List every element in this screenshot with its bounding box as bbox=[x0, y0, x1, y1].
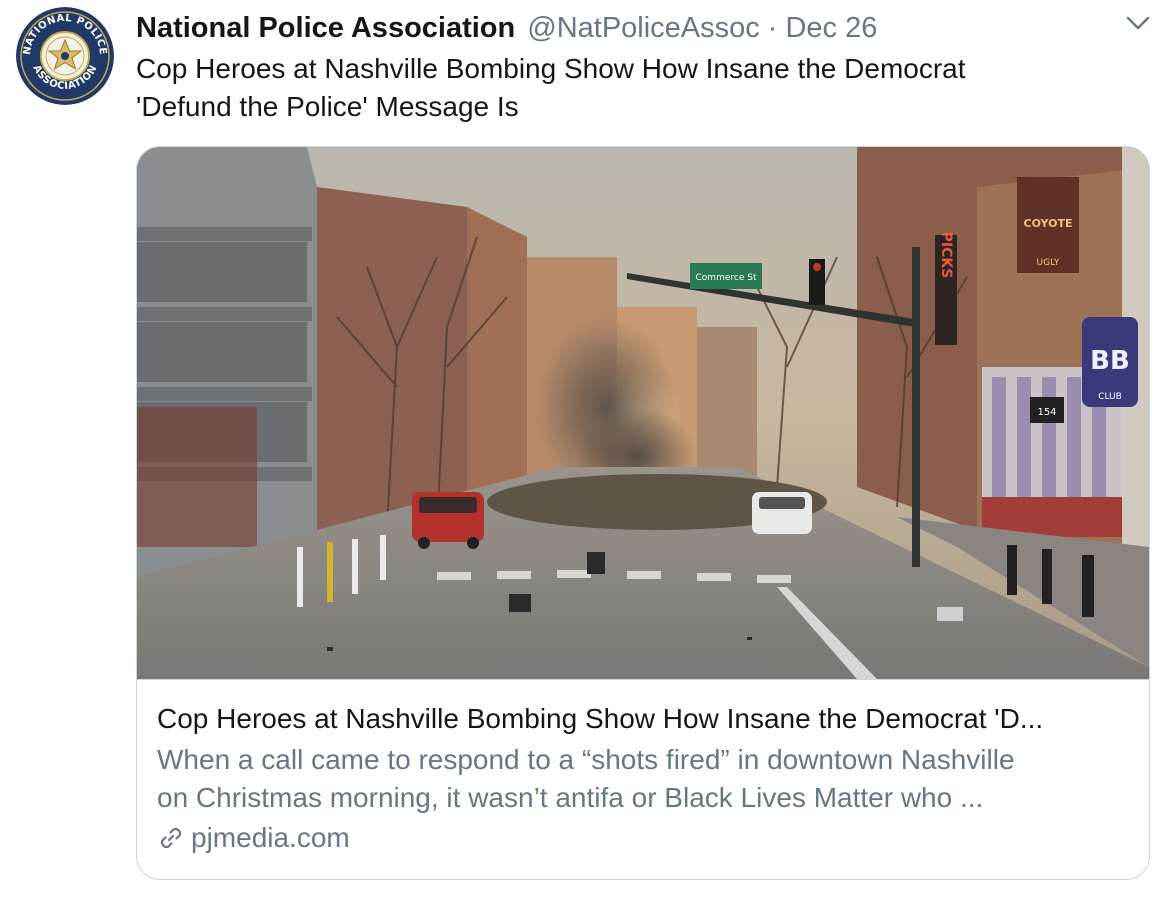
card-title[interactable]: Cop Heroes at Nashville Bombing Show How… bbox=[157, 701, 1132, 737]
store-sign-bb: BB bbox=[1090, 346, 1130, 376]
link-preview-card[interactable]: Commerce St PICKS COYOTE UGLY BB CLUB 15… bbox=[136, 146, 1150, 880]
card-domain[interactable]: pjmedia.com bbox=[157, 819, 1132, 857]
tweet-menu-button[interactable] bbox=[1124, 12, 1152, 34]
tweet-text-line: Cop Heroes at Nashville Bombing Show How… bbox=[136, 53, 966, 84]
street-scene-image: Commerce St PICKS COYOTE UGLY BB CLUB 15… bbox=[137, 147, 1149, 679]
author-avatar[interactable]: NATIONAL POLICE ASSOCIATION bbox=[16, 7, 114, 105]
tweet-text: Cop Heroes at Nashville Bombing Show How… bbox=[136, 50, 1126, 126]
store-sign-coyote: COYOTE bbox=[1024, 217, 1073, 230]
tweet-header: National Police Association @NatPoliceAs… bbox=[136, 8, 877, 48]
tweet-text-line: 'Defund the Police' Message Is bbox=[136, 91, 519, 122]
card-image[interactable]: Commerce St PICKS COYOTE UGLY BB CLUB 15… bbox=[137, 147, 1149, 680]
link-icon bbox=[160, 827, 182, 849]
author-handle[interactable]: @NatPoliceAssoc bbox=[527, 12, 760, 45]
street-sign-text: Commerce St bbox=[696, 273, 757, 283]
author-name[interactable]: National Police Association bbox=[136, 12, 515, 45]
card-description-line: on Christmas morning, it wasn’t antifa o… bbox=[157, 782, 984, 813]
tweet[interactable]: NATIONAL POLICE ASSOCIATION National Pol… bbox=[0, 0, 1168, 904]
card-body[interactable]: Cop Heroes at Nashville Bombing Show How… bbox=[157, 701, 1132, 857]
store-sign-coyote-sub: UGLY bbox=[1037, 258, 1060, 268]
chevron-down-icon bbox=[1126, 16, 1150, 30]
card-description-line: When a call came to respond to a “shots … bbox=[157, 744, 1015, 775]
police-badge-logo-icon: NATIONAL POLICE ASSOCIATION bbox=[16, 7, 114, 105]
card-domain-text[interactable]: pjmedia.com bbox=[191, 819, 350, 857]
store-sign-bb-sub: CLUB bbox=[1098, 392, 1122, 402]
address-plate: 154 bbox=[1037, 407, 1056, 418]
store-sign-picks: PICKS bbox=[938, 232, 954, 279]
tweet-date[interactable]: Dec 26 bbox=[785, 12, 877, 45]
header-separator: · bbox=[767, 11, 778, 44]
card-description: When a call came to respond to a “shots … bbox=[157, 741, 1132, 817]
